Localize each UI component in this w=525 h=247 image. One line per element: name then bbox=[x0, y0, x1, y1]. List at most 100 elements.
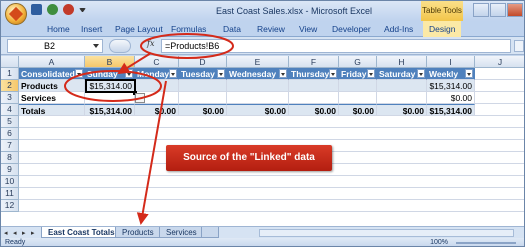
filter-dropdown-icon[interactable] bbox=[329, 69, 337, 78]
cell[interactable] bbox=[289, 92, 339, 104]
customize-qat-icon[interactable] bbox=[79, 8, 86, 12]
filter-dropdown-icon[interactable] bbox=[169, 69, 177, 78]
cell[interactable] bbox=[377, 92, 427, 104]
linked-cell-b2[interactable]: $15,314.00 bbox=[85, 80, 135, 92]
cell[interactable] bbox=[475, 104, 524, 116]
row-header-1[interactable]: 1 bbox=[1, 68, 19, 80]
tab-data[interactable]: Data bbox=[223, 24, 241, 34]
maximize-button[interactable] bbox=[490, 3, 506, 17]
tab-developer[interactable]: Developer bbox=[332, 24, 371, 34]
filter-dropdown-icon[interactable] bbox=[217, 69, 225, 78]
insert-sheet-icon[interactable] bbox=[201, 227, 219, 238]
cell[interactable] bbox=[289, 80, 339, 92]
cell[interactable]: $0.00 bbox=[427, 92, 475, 104]
table-header-cell[interactable]: Sunday bbox=[85, 68, 135, 80]
cell[interactable]: $0.00 bbox=[377, 104, 427, 116]
column-header-a[interactable]: A bbox=[19, 56, 85, 68]
cell[interactable]: $0.00 bbox=[227, 104, 289, 116]
cell[interactable] bbox=[179, 92, 227, 104]
tab-review[interactable]: Review bbox=[257, 24, 285, 34]
column-header-b[interactable]: B bbox=[85, 56, 135, 68]
column-header-g[interactable]: G bbox=[339, 56, 377, 68]
table-header-cell[interactable]: Friday bbox=[339, 68, 377, 80]
cell[interactable] bbox=[227, 92, 289, 104]
table-header-cell[interactable]: Consolidated bbox=[19, 68, 85, 80]
chevron-down-icon[interactable] bbox=[93, 44, 99, 48]
formula-bar-resize-handle[interactable] bbox=[109, 39, 131, 53]
insert-function-icon[interactable]: fx bbox=[147, 39, 154, 48]
row-header-12[interactable]: 12 bbox=[1, 200, 19, 212]
table-header-cell[interactable]: Monday bbox=[135, 68, 179, 80]
tab-design[interactable]: Design bbox=[423, 21, 462, 37]
filter-dropdown-icon[interactable] bbox=[75, 69, 83, 78]
column-header-d[interactable]: D bbox=[179, 56, 227, 68]
cell[interactable]: $0.00 bbox=[135, 104, 179, 116]
cell[interactable]: $15,314.00 bbox=[85, 104, 135, 116]
tab-insert[interactable]: Insert bbox=[81, 24, 102, 34]
cell[interactable] bbox=[85, 92, 135, 104]
cell[interactable]: $15,314.00 bbox=[427, 104, 475, 116]
tab-formulas[interactable]: Formulas bbox=[171, 24, 206, 34]
column-header-i[interactable]: I bbox=[427, 56, 475, 68]
paste-options-icon[interactable] bbox=[135, 93, 145, 103]
close-button[interactable] bbox=[507, 3, 523, 17]
cell[interactable] bbox=[135, 80, 179, 92]
tab-home[interactable]: Home bbox=[47, 24, 70, 34]
cell[interactable]: $15,314.00 bbox=[427, 80, 475, 92]
tab-page-layout[interactable]: Page Layout bbox=[115, 24, 163, 34]
zoom-level[interactable]: 100% bbox=[430, 239, 448, 246]
column-header-e[interactable]: E bbox=[227, 56, 289, 68]
column-header-j[interactable]: J bbox=[475, 56, 524, 68]
column-header-h[interactable]: H bbox=[377, 56, 427, 68]
next-sheet-icon[interactable]: ▸ bbox=[22, 229, 30, 237]
row-header-7[interactable]: 7 bbox=[1, 140, 19, 152]
row-header-3[interactable]: 3 bbox=[1, 92, 19, 104]
expand-formula-bar-button[interactable] bbox=[514, 40, 524, 52]
cell[interactable] bbox=[339, 92, 377, 104]
office-button[interactable] bbox=[5, 3, 27, 25]
redo-icon[interactable] bbox=[63, 4, 74, 15]
cell[interactable] bbox=[475, 80, 524, 92]
filter-dropdown-icon[interactable] bbox=[465, 69, 473, 78]
table-header-cell[interactable]: Thursday bbox=[289, 68, 339, 80]
column-header-f[interactable]: F bbox=[289, 56, 339, 68]
sheet-tab-products[interactable]: Products bbox=[115, 227, 161, 238]
table-header-cell[interactable]: Wednesday bbox=[227, 68, 289, 80]
minimize-button[interactable] bbox=[473, 3, 489, 17]
cell[interactable]: $0.00 bbox=[339, 104, 377, 116]
column-header-c[interactable]: C bbox=[135, 56, 179, 68]
row-header-4[interactable]: 4 bbox=[1, 104, 19, 116]
formula-input[interactable]: =Products!B6 bbox=[161, 39, 511, 53]
row-header-9[interactable]: 9 bbox=[1, 164, 19, 176]
cell[interactable] bbox=[339, 80, 377, 92]
row-header-5[interactable]: 5 bbox=[1, 116, 19, 128]
cell[interactable] bbox=[377, 80, 427, 92]
table-header-cell[interactable]: Saturday bbox=[377, 68, 427, 80]
row-label-products[interactable]: Products bbox=[19, 80, 85, 92]
row-header-8[interactable]: 8 bbox=[1, 152, 19, 164]
row-header-6[interactable]: 6 bbox=[1, 128, 19, 140]
select-all-corner[interactable] bbox=[1, 56, 19, 68]
cell[interactable] bbox=[179, 80, 227, 92]
cell[interactable]: $0.00 bbox=[289, 104, 339, 116]
sheet-tab-east-coast-totals[interactable]: East Coast Totals bbox=[41, 227, 122, 238]
worksheet-grid[interactable]: A B C D E F G H I J 1 2 3 4 5 6 7 8 9 10… bbox=[1, 56, 524, 226]
table-header-cell[interactable]: Weekly bbox=[427, 68, 475, 80]
first-sheet-icon[interactable]: ◂ bbox=[4, 229, 12, 237]
sheet-tab-services[interactable]: Services bbox=[159, 227, 204, 238]
last-sheet-icon[interactable]: ▸ bbox=[31, 229, 39, 237]
row-label-totals[interactable]: Totals bbox=[19, 104, 85, 116]
cell[interactable]: $0.00 bbox=[179, 104, 227, 116]
filter-dropdown-icon[interactable] bbox=[279, 69, 287, 78]
tab-add-ins[interactable]: Add-Ins bbox=[384, 24, 413, 34]
row-header-11[interactable]: 11 bbox=[1, 188, 19, 200]
row-header-10[interactable]: 10 bbox=[1, 176, 19, 188]
zoom-slider[interactable] bbox=[456, 242, 516, 244]
name-box[interactable]: B2 bbox=[7, 39, 103, 53]
undo-icon[interactable] bbox=[47, 4, 58, 15]
table-header-cell[interactable]: Tuesday bbox=[179, 68, 227, 80]
row-header-2[interactable]: 2 bbox=[1, 80, 19, 92]
horizontal-scrollbar[interactable] bbox=[259, 229, 514, 237]
cell[interactable] bbox=[475, 92, 524, 104]
row-label-services[interactable]: Services bbox=[19, 92, 85, 104]
